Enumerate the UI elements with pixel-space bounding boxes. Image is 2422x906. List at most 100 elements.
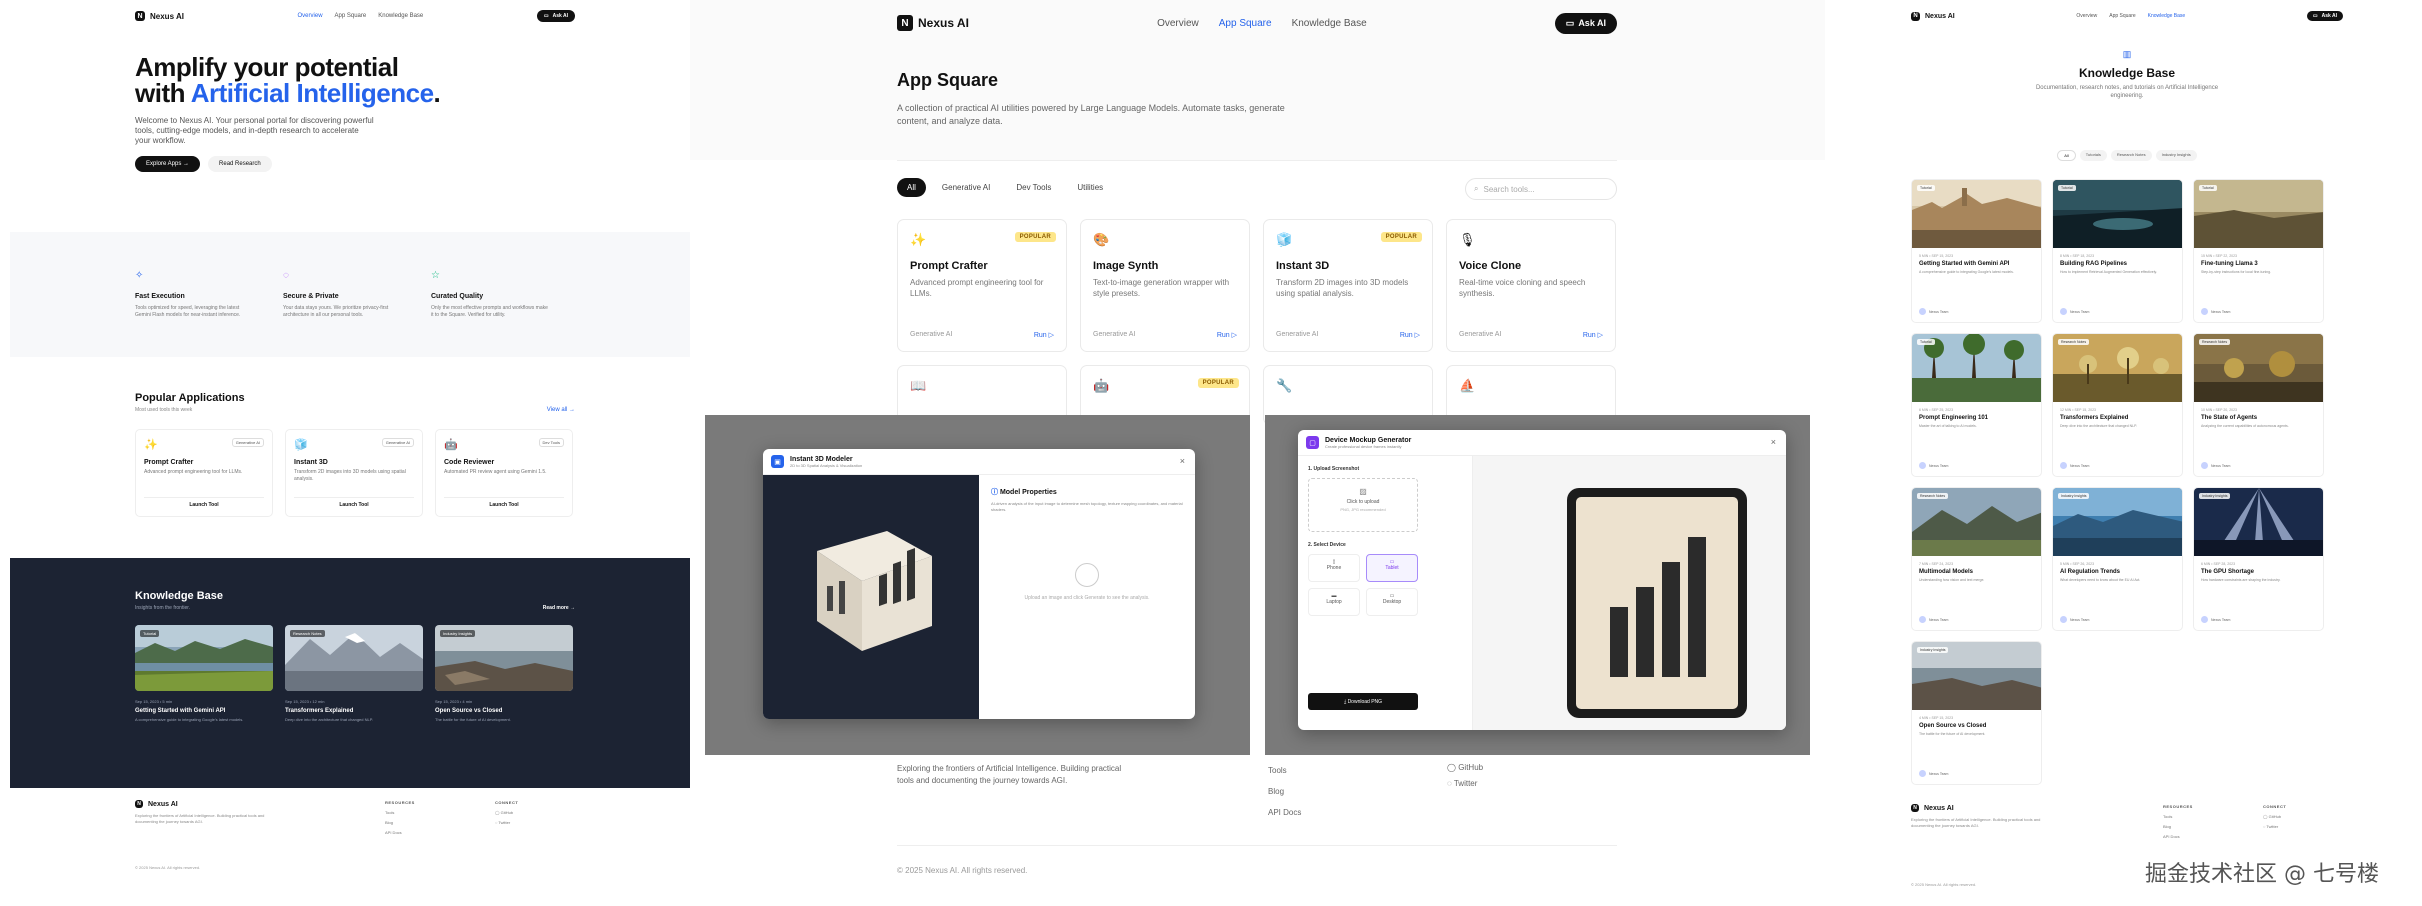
ask-ai-button[interactable]: ▭ Ask AI: [536, 10, 575, 22]
read-research-button[interactable]: Read Research: [208, 156, 272, 172]
ask-ai-button[interactable]: ▭ Ask AI: [2306, 11, 2343, 21]
device-desktop[interactable]: ▭ Desktop: [1366, 588, 1418, 616]
device-laptop[interactable]: ▬ Laptop: [1308, 588, 1360, 616]
article-card[interactable]: Research Notes 12 MIN • SEP 15, 2023 Tra…: [2052, 333, 2183, 477]
footer-link-twitter[interactable]: ◌ Twitter: [495, 820, 575, 825]
copyright: © 2025 Nexus AI. All rights reserved.: [1911, 882, 1977, 887]
article-card[interactable]: Tutorial 15 MIN • SEP 22, 2023 Fine-tuni…: [2193, 179, 2324, 323]
close-icon[interactable]: ×: [1771, 437, 1776, 447]
article-card[interactable]: Industry Insights 5 MIN • SEP 26, 2023 A…: [2052, 487, 2183, 631]
filter-dev-tools[interactable]: Dev Tools: [1006, 178, 1061, 197]
close-icon[interactable]: ×: [1180, 456, 1185, 466]
app-name: Instant 3D: [294, 459, 328, 466]
footer-link-blog[interactable]: Blog: [385, 820, 465, 825]
article-meta: 6 MIN • SEP 28, 2023: [2201, 562, 2236, 566]
chat-icon: ▭: [1565, 17, 1575, 28]
footer-link-api-docs[interactable]: API Docs: [2163, 834, 2243, 839]
app-card[interactable]: 🧊 Generative AI Instant 3D Transform 2D …: [285, 429, 423, 517]
article-card[interactable]: Industry Insights 6 MIN • SEP 28, 2023 T…: [2193, 487, 2324, 631]
footer-link-github[interactable]: ◯ GitHub: [1447, 760, 1483, 776]
tool-card[interactable]: 🎨 Image Synth Text-to-image generation w…: [1080, 219, 1250, 352]
footer-link-api-docs[interactable]: API Docs: [385, 830, 465, 835]
filter-generative-ai[interactable]: Generative AI: [932, 178, 1000, 197]
popular-header: Popular Applications Most used tools thi…: [135, 392, 575, 413]
brand-name: Nexus AI: [1925, 12, 1955, 20]
footer-link-twitter[interactable]: ◌ Twitter: [1447, 776, 1483, 792]
feature-title: Fast Execution: [135, 293, 185, 300]
footer-tagline: Exploring the frontiers of Artificial In…: [135, 813, 265, 824]
article-card[interactable]: Research Notes 7 MIN • SEP 24, 2023 Mult…: [1911, 487, 2042, 631]
hero-heading: Amplify your potential with Artificial I…: [135, 54, 575, 106]
article-author: Nexus Team: [1919, 308, 1948, 315]
footer-link-github[interactable]: ◯ GitHub: [495, 810, 575, 815]
tab-research-notes[interactable]: Research Notes: [2110, 150, 2152, 161]
footer-link-blog[interactable]: Blog: [2163, 824, 2243, 829]
run-button[interactable]: Run ▷: [1400, 331, 1420, 339]
launch-tool-button[interactable]: Launch Tool: [144, 497, 264, 508]
article-card[interactable]: Tutorial 8 MIN • SEP 18, 2023 Building R…: [2052, 179, 2183, 323]
footer-link-twitter[interactable]: ◌ Twitter: [2263, 824, 2343, 829]
app-card[interactable]: ✨ Generative AI Prompt Crafter Advanced …: [135, 429, 273, 517]
nav-overview[interactable]: Overview: [1157, 18, 1199, 29]
kb-title: Knowledge Base: [135, 590, 224, 602]
brand-logo[interactable]: N Nexus AI: [1911, 11, 1955, 21]
device-tablet[interactable]: ▭ Tablet: [1366, 554, 1418, 582]
filter-all[interactable]: All: [897, 178, 926, 197]
tab-industry-insights[interactable]: Industry Insights: [2155, 150, 2197, 161]
modal-subtitle: 2D to 3D Spatial Analysis & Visualizatio…: [790, 462, 863, 468]
article-card[interactable]: Tutorial 6 MIN • SEP 25, 2023 Prompt Eng…: [1911, 333, 2042, 477]
wrench-icon: 🔧: [1276, 378, 1293, 393]
tool-card[interactable]: 🧊 POPULAR Instant 3D Transform 2D images…: [1263, 219, 1433, 352]
run-button[interactable]: Run ▷: [1034, 331, 1054, 339]
kb-post[interactable]: Research Notes Sep 15, 2023 • 12 min Tra…: [285, 625, 423, 723]
footer-link-blog[interactable]: Blog: [1268, 781, 1301, 802]
explore-apps-button[interactable]: Explore Apps →: [135, 156, 201, 172]
nav-app-square[interactable]: App Square: [335, 13, 367, 19]
nav-app-square[interactable]: App Square: [1219, 18, 1272, 29]
search-input[interactable]: ⌕ Search tools...: [1465, 178, 1617, 200]
article-card[interactable]: Tutorial 5 MIN • SEP 15, 2023 Getting St…: [1911, 179, 2042, 323]
device-phone[interactable]: ▯ Phone: [1308, 554, 1360, 582]
kb-post[interactable]: Industry Insights Sep 15, 2023 • 4 min O…: [435, 625, 573, 723]
article-title: Open Source vs Closed: [1919, 723, 1987, 729]
nav-knowledge-base[interactable]: Knowledge Base: [1292, 18, 1367, 29]
article-card[interactable]: Industry Insights 4 MIN • SEP 15, 2023 O…: [1911, 641, 2042, 785]
tab-tutorials[interactable]: Tutorials: [2079, 150, 2107, 161]
view-all-link[interactable]: View all →: [547, 407, 575, 413]
article-title: Multimodal Models: [1919, 569, 1973, 575]
tool-card[interactable]: ✨ POPULAR Prompt Crafter Advanced prompt…: [897, 219, 1067, 352]
article-card[interactable]: Research Notes 10 MIN • SEP 20, 2023 The…: [2193, 333, 2324, 477]
avatar: [2201, 308, 2208, 315]
nav-links: Overview App Square Knowledge Base: [2076, 13, 2185, 19]
tool-card[interactable]: 🎙 Voice Clone Real-time voice cloning an…: [1446, 219, 1616, 352]
app-card[interactable]: 🤖 Dev Tools Code Reviewer Automated PR r…: [435, 429, 573, 517]
launch-tool-button[interactable]: Launch Tool: [294, 497, 414, 508]
article-title: Getting Started with Gemini API: [1919, 261, 2010, 267]
launch-tool-button[interactable]: Launch Tool: [444, 497, 564, 508]
brand-logo[interactable]: N Nexus AI: [135, 11, 184, 21]
post-meta: Sep 15, 2023 • 5 min: [135, 699, 173, 704]
footer-link-api-docs[interactable]: API Docs: [1268, 802, 1301, 823]
post-meta: Sep 15, 2023 • 12 min: [285, 699, 325, 704]
kb-post[interactable]: Tutorial Sep 15, 2023 • 5 min Getting St…: [135, 625, 273, 723]
footer-link-tools[interactable]: Tools: [2163, 814, 2243, 819]
ask-ai-button[interactable]: ▭ Ask AI: [1554, 12, 1617, 34]
nav-overview[interactable]: Overview: [2076, 13, 2097, 19]
tab-all[interactable]: All: [2057, 150, 2076, 161]
run-button[interactable]: Run ▷: [1583, 331, 1603, 339]
nav-app-square[interactable]: App Square: [2109, 13, 2135, 19]
footer-link-github[interactable]: ◯ GitHub: [2263, 814, 2343, 819]
upload-dropzone[interactable]: ▨ Click to upload PNG, JPG recommended: [1308, 478, 1418, 532]
footer-link-tools[interactable]: Tools: [1268, 760, 1301, 781]
footer-link-tools[interactable]: Tools: [385, 810, 465, 815]
download-png-button[interactable]: ⤓ Download PNG: [1308, 693, 1418, 710]
run-button[interactable]: Run ▷: [1217, 331, 1237, 339]
nav-knowledge-base[interactable]: Knowledge Base: [2148, 13, 2186, 19]
post-tag: Research Notes: [290, 630, 325, 637]
filter-utilities[interactable]: Utilities: [1067, 178, 1113, 197]
post-title: Open Source vs Closed: [435, 708, 503, 714]
nav-knowledge-base[interactable]: Knowledge Base: [378, 13, 423, 19]
nav-overview[interactable]: Overview: [298, 13, 323, 19]
read-more-link[interactable]: Read more →: [543, 605, 575, 611]
brand-logo[interactable]: N Nexus AI: [897, 15, 969, 31]
